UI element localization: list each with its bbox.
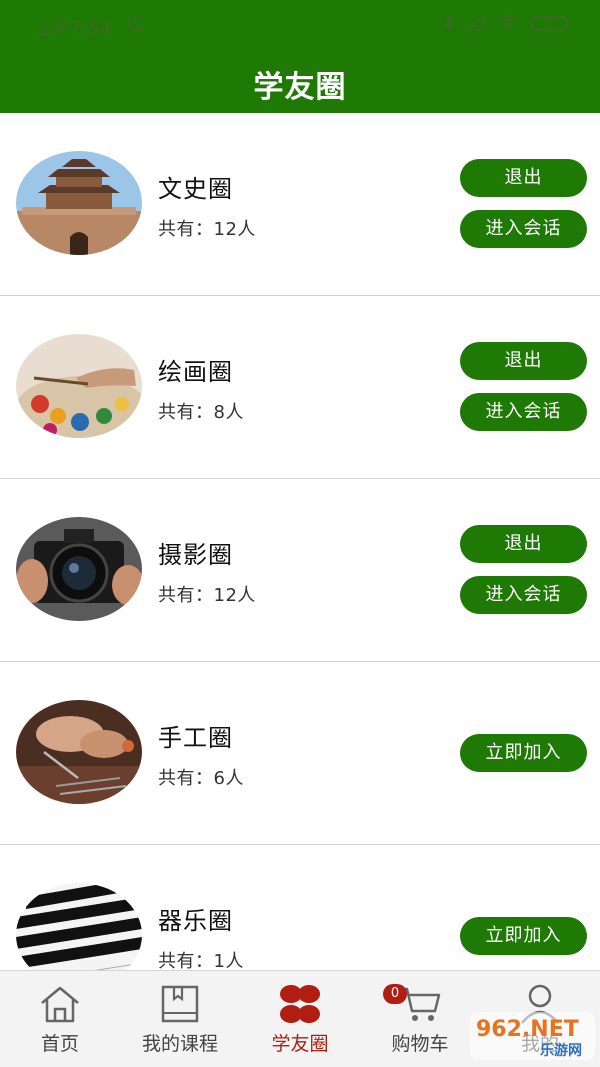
circle-name: 手工圈 xyxy=(158,724,233,752)
home-icon xyxy=(41,986,79,1023)
circle-avatar xyxy=(16,700,142,804)
wifi-icon xyxy=(497,15,519,31)
member-count: 共有：6人 xyxy=(158,768,244,789)
enter-chat-button[interactable]: 进入会话 xyxy=(460,210,587,248)
ancient-tower-image xyxy=(16,151,142,255)
member-count: 共有：8人 xyxy=(158,402,244,423)
moon-icon xyxy=(127,15,143,31)
circle-name: 器乐圈 xyxy=(158,907,233,935)
handcraft-tools-image xyxy=(16,700,142,804)
list-item: 绘画圈 共有：8人 退出 进入会话 xyxy=(0,296,600,479)
member-count: 共有：12人 xyxy=(158,585,256,606)
circle-name: 绘画圈 xyxy=(158,358,233,386)
painting-palette-image xyxy=(16,334,142,438)
nav-item-home[interactable]: 首页 xyxy=(0,971,120,1067)
join-button[interactable]: 立即加入 xyxy=(460,917,587,955)
status-bar: 上午7:54 97 xyxy=(0,0,600,50)
nav-label: 购物车 xyxy=(391,1033,449,1055)
nav-item-cart[interactable]: 购物车 xyxy=(360,971,480,1067)
circle-list: 文史圈 共有：12人 退出 进入会话 绘画圈 共有：8人 退出 进入会话 摄影圈… xyxy=(0,113,600,1028)
exit-button[interactable]: 退出 xyxy=(460,525,587,563)
circle-avatar xyxy=(16,151,142,255)
status-time: 上午7:54 xyxy=(36,19,112,39)
circle-name: 文史圈 xyxy=(158,175,233,203)
signal-icon xyxy=(464,15,485,31)
list-item: 摄影圈 共有：12人 退出 进入会话 xyxy=(0,479,600,662)
nav-label: 学友圈 xyxy=(271,1033,329,1055)
app-header: 上午7:54 97 学友圈 xyxy=(0,0,600,113)
exit-button[interactable]: 退出 xyxy=(460,159,587,197)
exit-button[interactable]: 退出 xyxy=(460,342,587,380)
watermark-brand: 962.NET xyxy=(476,1017,579,1042)
join-button[interactable]: 立即加入 xyxy=(460,734,587,772)
cart-badge: 0 xyxy=(383,984,407,1004)
circle-name: 摄影圈 xyxy=(158,541,233,569)
list-item: 手工圈 共有：6人 立即加入 xyxy=(0,662,600,845)
list-item: 文史圈 共有：12人 退出 进入会话 xyxy=(0,113,600,296)
page-title: 学友圈 xyxy=(253,70,347,105)
nav-label: 我的课程 xyxy=(141,1033,218,1055)
circle-avatar xyxy=(16,334,142,438)
bluetooth-icon xyxy=(443,14,454,32)
nav-label: 首页 xyxy=(40,1033,79,1055)
status-icons: 97 xyxy=(442,14,568,32)
member-count: 共有：12人 xyxy=(158,219,256,240)
circle-avatar xyxy=(16,517,142,621)
enter-chat-button[interactable]: 进入会话 xyxy=(460,576,587,614)
enter-chat-button[interactable]: 进入会话 xyxy=(460,393,587,431)
clover-icon xyxy=(280,985,320,1023)
nav-item-my-courses[interactable]: 我的课程 xyxy=(120,971,240,1067)
book-icon xyxy=(161,985,199,1023)
site-watermark: 962.NET 乐游网 xyxy=(470,1012,595,1060)
camera-image xyxy=(16,517,142,621)
battery-indicator: 97 xyxy=(530,15,568,31)
watermark-subtext: 乐游网 xyxy=(540,1042,582,1059)
nav-item-study-circle[interactable]: 学友圈 xyxy=(240,971,360,1067)
